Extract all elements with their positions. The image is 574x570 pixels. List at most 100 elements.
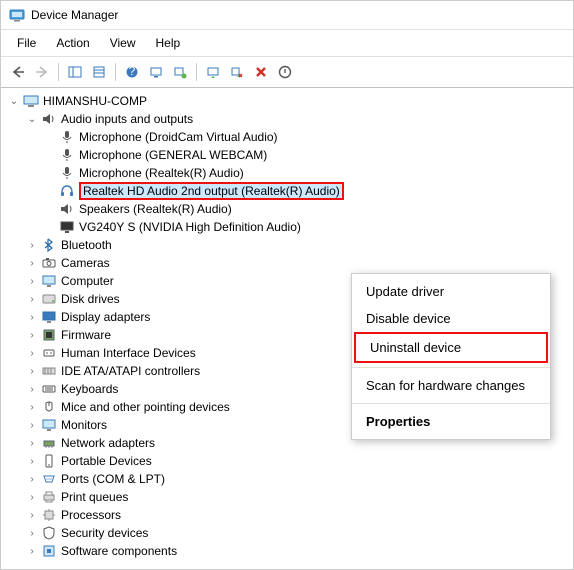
svg-text:?: ? — [129, 65, 136, 78]
monitor-icon — [59, 219, 75, 235]
device-label: Microphone (Realtek(R) Audio) — [79, 166, 244, 180]
tree-device[interactable]: · Microphone (Realtek(R) Audio) — [3, 164, 571, 182]
speaker-icon — [59, 201, 75, 217]
category-label: Keyboards — [61, 382, 118, 396]
category-label: Processors — [61, 508, 121, 522]
forward-button[interactable] — [31, 61, 53, 83]
context-scan-hardware[interactable]: Scan for hardware changes — [352, 372, 550, 399]
context-separator — [352, 367, 550, 368]
expand-icon[interactable]: › — [25, 474, 39, 485]
expand-icon[interactable]: › — [25, 438, 39, 449]
add-legacy-button[interactable] — [169, 61, 191, 83]
category-icon — [41, 363, 57, 379]
category-icon — [41, 309, 57, 325]
menu-view[interactable]: View — [102, 34, 144, 52]
expand-icon[interactable]: › — [25, 510, 39, 521]
tree-category[interactable]: › Bluetooth — [3, 236, 571, 254]
device-tree[interactable]: ⌄ HIMANSHU-COMP ⌄ Audio inputs and outpu… — [1, 88, 573, 566]
help-button[interactable]: ? — [121, 61, 143, 83]
category-icon — [41, 345, 57, 361]
tree-category[interactable]: › Portable Devices — [3, 452, 571, 470]
category-icon — [41, 453, 57, 469]
category-icon — [41, 471, 57, 487]
expand-icon[interactable]: › — [25, 528, 39, 539]
tree-device[interactable]: · VG240Y S (NVIDIA High Definition Audio… — [3, 218, 571, 236]
context-properties[interactable]: Properties — [352, 408, 550, 435]
tree-category[interactable]: › Processors — [3, 506, 571, 524]
expand-icon[interactable]: › — [25, 492, 39, 503]
context-update-driver[interactable]: Update driver — [352, 278, 550, 305]
category-icon — [41, 525, 57, 541]
expand-icon[interactable]: › — [25, 456, 39, 467]
device-label: VG240Y S (NVIDIA High Definition Audio) — [79, 220, 301, 234]
menu-help[interactable]: Help — [148, 34, 189, 52]
show-hide-button[interactable] — [64, 61, 86, 83]
expand-icon[interactable]: › — [25, 420, 39, 431]
category-icon — [41, 543, 57, 559]
enable-device-button[interactable] — [274, 61, 296, 83]
device-label: Microphone (DroidCam Virtual Audio) — [79, 130, 278, 144]
tree-category[interactable]: › Ports (COM & LPT) — [3, 470, 571, 488]
category-label: Monitors — [61, 418, 107, 432]
disable-device-button[interactable] — [226, 61, 248, 83]
category-label: Cameras — [61, 256, 110, 270]
expand-icon[interactable]: › — [25, 546, 39, 557]
menu-file[interactable]: File — [9, 34, 44, 52]
category-icon — [41, 435, 57, 451]
scan-button[interactable] — [145, 61, 167, 83]
app-icon — [9, 7, 25, 23]
back-button[interactable] — [7, 61, 29, 83]
device-label: Microphone (GENERAL WEBCAM) — [79, 148, 267, 162]
category-icon — [41, 399, 57, 415]
uninstall-device-button[interactable] — [250, 61, 272, 83]
category-label: Firmware — [61, 328, 111, 342]
collapse-icon[interactable]: ⌄ — [25, 114, 39, 125]
expand-icon[interactable]: › — [25, 258, 39, 269]
expand-icon[interactable]: › — [25, 348, 39, 359]
category-icon — [41, 417, 57, 433]
category-label: Display adapters — [61, 310, 150, 324]
expand-icon[interactable]: › — [25, 366, 39, 377]
category-label: Computer — [61, 274, 114, 288]
category-icon — [41, 489, 57, 505]
expand-icon[interactable]: › — [25, 276, 39, 287]
microphone-icon — [59, 147, 75, 163]
expand-icon[interactable]: › — [25, 384, 39, 395]
tree-category[interactable]: ›Software components — [3, 542, 571, 560]
context-uninstall-device[interactable]: Uninstall device — [354, 332, 548, 363]
expand-icon[interactable]: › — [25, 402, 39, 413]
titlebar: Device Manager — [1, 1, 573, 30]
tree-category[interactable]: › Cameras — [3, 254, 571, 272]
expand-icon[interactable]: › — [25, 294, 39, 305]
category-label: Bluetooth — [61, 238, 112, 252]
tree-category[interactable]: › Security devices — [3, 524, 571, 542]
category-icon — [41, 381, 57, 397]
category-label: Audio inputs and outputs — [61, 112, 193, 126]
expand-icon[interactable]: › — [25, 240, 39, 251]
category-label: Portable Devices — [61, 454, 152, 468]
tree-category[interactable]: ›Print queues — [3, 488, 571, 506]
category-label: Ports (COM & LPT) — [61, 472, 165, 486]
tree-device[interactable]: · Speakers (Realtek(R) Audio) — [3, 200, 571, 218]
device-label: Realtek HD Audio 2nd output (Realtek(R) … — [79, 182, 344, 200]
menu-action[interactable]: Action — [48, 34, 97, 52]
tree-device[interactable]: · Microphone (DroidCam Virtual Audio) — [3, 128, 571, 146]
tree-category-audio[interactable]: ⌄ Audio inputs and outputs — [3, 110, 571, 128]
expand-icon[interactable]: › — [25, 312, 39, 323]
category-icon — [41, 291, 57, 307]
context-separator — [352, 403, 550, 404]
tree-device[interactable]: · Microphone (GENERAL WEBCAM) — [3, 146, 571, 164]
category-icon — [41, 327, 57, 343]
tree-device-selected[interactable]: · Realtek HD Audio 2nd output (Realtek(R… — [3, 182, 571, 200]
category-label: Security devices — [61, 526, 148, 540]
category-icon — [41, 255, 57, 271]
toolbar-separator — [196, 63, 197, 81]
tree-root[interactable]: ⌄ HIMANSHU-COMP — [3, 92, 571, 110]
properties-button[interactable] — [88, 61, 110, 83]
toolbar-separator — [115, 63, 116, 81]
expand-icon[interactable]: › — [25, 330, 39, 341]
context-disable-device[interactable]: Disable device — [352, 305, 550, 332]
update-driver-button[interactable] — [202, 61, 224, 83]
collapse-icon[interactable]: ⌄ — [7, 96, 21, 107]
category-label: Network adapters — [61, 436, 155, 450]
